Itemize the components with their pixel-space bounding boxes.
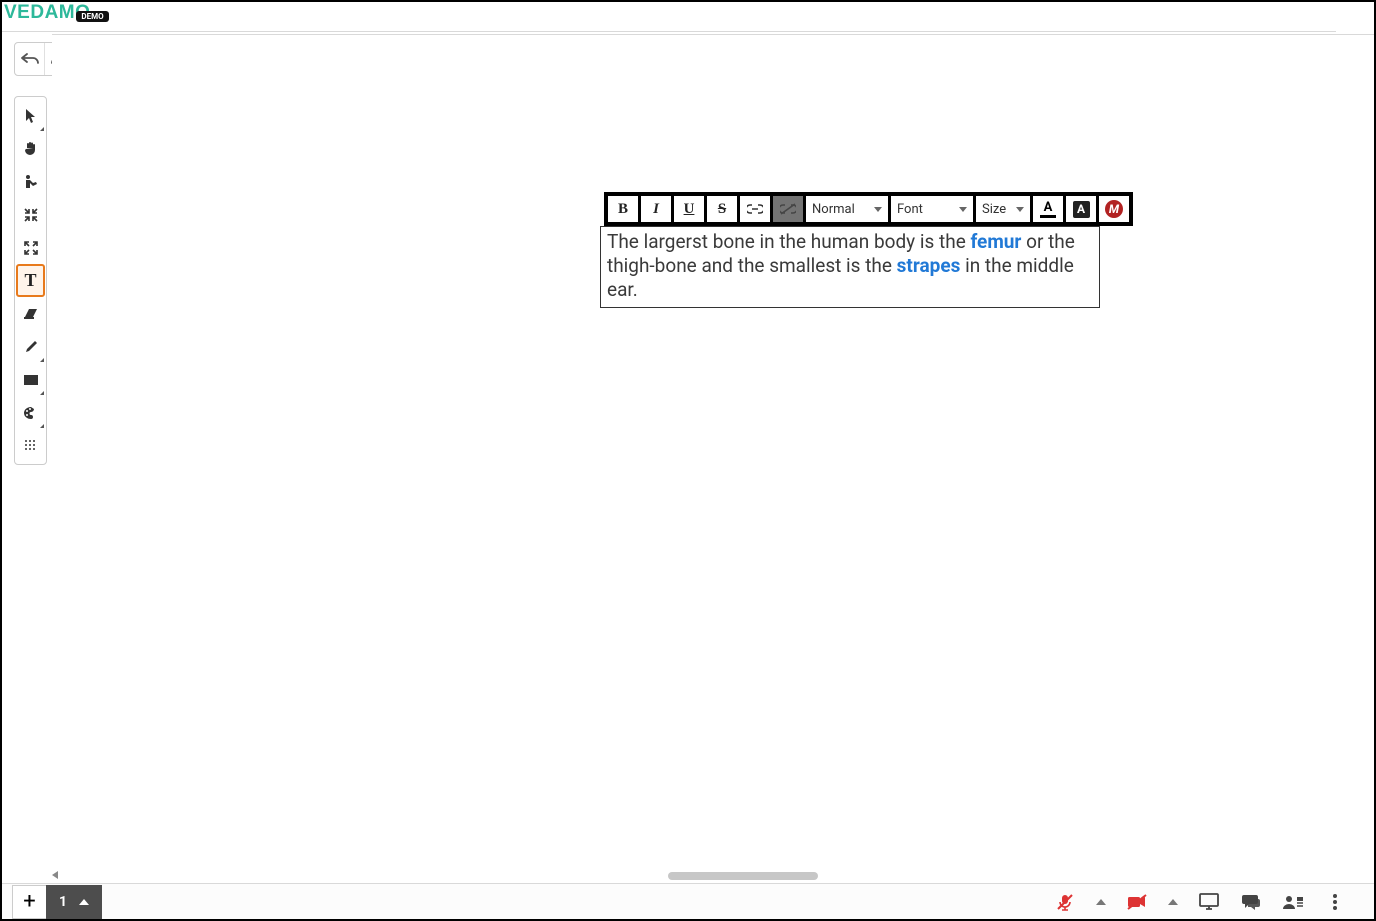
- camera-menu-button[interactable]: [1168, 899, 1178, 905]
- horizontal-scrollbar[interactable]: [52, 871, 1336, 881]
- monitor-icon: [1199, 893, 1219, 911]
- header-divider: [2, 31, 1336, 32]
- chevron-up-icon: [79, 899, 89, 905]
- grid-icon: [24, 439, 38, 453]
- rectangle-icon: [24, 375, 38, 385]
- canvas[interactable]: [52, 34, 1374, 883]
- chevron-down-icon: [959, 207, 967, 212]
- text-box[interactable]: The largerst bone in the human body is t…: [600, 226, 1100, 308]
- pan-tool[interactable]: [16, 132, 45, 165]
- flyout-caret-icon: [40, 424, 44, 428]
- text-tool[interactable]: T: [16, 264, 45, 297]
- shape-tool[interactable]: [16, 363, 45, 396]
- strike-button[interactable]: S: [707, 196, 737, 222]
- screenshare-button[interactable]: [1198, 891, 1220, 913]
- flyout-caret-icon: [40, 358, 44, 362]
- page-number: 1: [59, 894, 67, 910]
- participants-icon: [1282, 894, 1304, 910]
- mic-menu-button[interactable]: [1096, 899, 1106, 905]
- undo-button[interactable]: [15, 43, 45, 75]
- chevron-down-icon: [1016, 207, 1024, 212]
- link-button[interactable]: [740, 196, 770, 222]
- size-label: Size: [982, 202, 1006, 217]
- camera-off-icon: [1127, 894, 1147, 910]
- palette-icon: [23, 406, 39, 420]
- link-icon: [747, 204, 763, 214]
- unlink-button: [773, 196, 803, 222]
- hand-icon: [23, 141, 39, 157]
- select-tool[interactable]: [16, 99, 45, 132]
- text-format-toolbar: B I U S Normal Font Size A A M: [604, 192, 1133, 226]
- underline-bar-icon: [1040, 215, 1056, 218]
- arrows-out-icon: [24, 241, 38, 255]
- underline-button[interactable]: U: [674, 196, 704, 222]
- participants-button[interactable]: [1282, 891, 1304, 913]
- bottom-bar: + 1: [2, 883, 1374, 919]
- style-label: Normal: [812, 202, 855, 217]
- flyout-caret-icon: [40, 391, 44, 395]
- eraser-icon: [23, 307, 39, 321]
- scroll-thumb[interactable]: [668, 872, 818, 880]
- fit-out-tool[interactable]: [16, 231, 45, 264]
- chevron-down-icon: [874, 207, 882, 212]
- undo-icon: [21, 52, 39, 66]
- page-selector[interactable]: 1: [46, 885, 102, 919]
- header: VEDAMO DEMO: [4, 2, 109, 30]
- more-button[interactable]: [1324, 891, 1346, 913]
- eraser-tool[interactable]: [16, 297, 45, 330]
- session-controls: [1054, 891, 1374, 913]
- math-icon: M: [1105, 200, 1123, 218]
- size-select[interactable]: Size: [976, 196, 1030, 222]
- text-color-letter: A: [1044, 201, 1053, 214]
- presenter-icon: [23, 174, 39, 190]
- kebab-icon: [1332, 893, 1338, 911]
- pointer-icon: [24, 108, 38, 124]
- mic-off-button[interactable]: [1054, 891, 1076, 913]
- paragraph-style-select[interactable]: Normal: [806, 196, 888, 222]
- color-tool[interactable]: [16, 396, 45, 429]
- mic-off-icon: [1056, 893, 1074, 911]
- font-select[interactable]: Font: [891, 196, 973, 222]
- bold-button[interactable]: B: [608, 196, 638, 222]
- font-label: Font: [897, 202, 923, 217]
- tool-palette: T: [14, 96, 47, 465]
- grid-tool[interactable]: [16, 429, 45, 462]
- chat-icon: [1241, 893, 1261, 911]
- bg-color-button[interactable]: A: [1066, 196, 1096, 222]
- chat-button[interactable]: [1240, 891, 1262, 913]
- fit-in-tool[interactable]: [16, 198, 45, 231]
- scroll-left-icon: [52, 871, 58, 879]
- flyout-caret-icon: [40, 127, 44, 131]
- add-page-button[interactable]: +: [12, 885, 46, 919]
- italic-button[interactable]: I: [641, 196, 671, 222]
- text-segment: The largerst bone in the human body is t…: [607, 230, 970, 253]
- text-keyword: femur: [970, 230, 1021, 253]
- brush-tool[interactable]: [16, 330, 45, 363]
- math-button[interactable]: M: [1099, 196, 1129, 222]
- text-keyword: strapes: [897, 254, 961, 277]
- page-controls: + 1: [2, 885, 102, 919]
- camera-off-button[interactable]: [1126, 891, 1148, 913]
- arrows-in-icon: [24, 208, 38, 222]
- presenter-tool[interactable]: [16, 165, 45, 198]
- unlink-icon: [780, 203, 796, 215]
- demo-badge: DEMO: [76, 11, 108, 22]
- bg-color-letter: A: [1073, 201, 1090, 218]
- brush-icon: [23, 339, 39, 355]
- text-icon: T: [24, 270, 36, 291]
- text-color-button[interactable]: A: [1033, 196, 1063, 222]
